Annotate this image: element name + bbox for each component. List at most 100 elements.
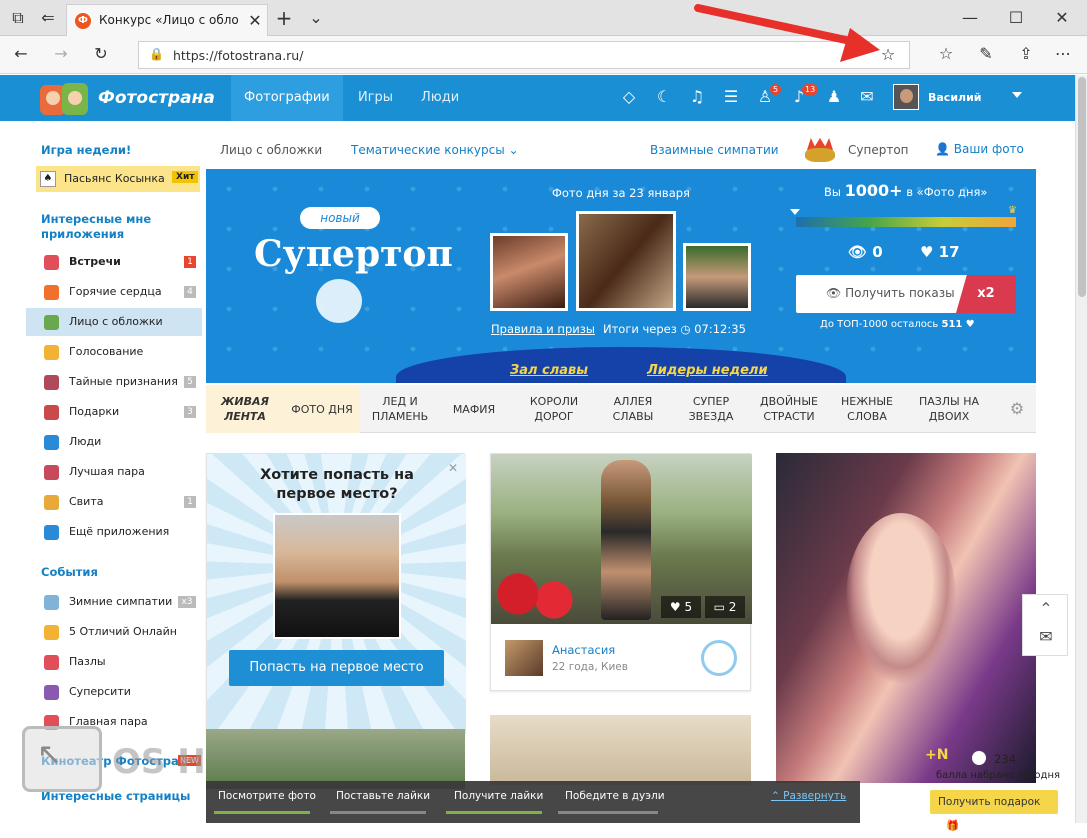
- sidebar-item-voting[interactable]: Голосование: [26, 338, 202, 366]
- get-shows-button[interactable]: 👁 Получить показы x2: [796, 275, 1016, 313]
- eye-icon: 👁: [826, 286, 846, 300]
- diamond-icon[interactable]: ◇: [620, 87, 638, 107]
- favorites-icon[interactable]: ☆: [935, 44, 957, 64]
- sidebar-item-secret-confessions[interactable]: Тайные признания 5: [26, 368, 202, 396]
- user-menu-chevron-icon[interactable]: [1012, 92, 1022, 98]
- sidebar-item-more-apps[interactable]: Ещё приложения: [26, 518, 202, 546]
- sidebar-item-gifts[interactable]: Подарки 3: [26, 398, 202, 426]
- mutual-sympathy-link[interactable]: Взаимные симпатии: [650, 143, 779, 157]
- events-title: События: [41, 565, 98, 579]
- chevron-down-icon[interactable]: ⌄: [306, 8, 326, 28]
- event-item-supercity[interactable]: Суперсити: [26, 678, 202, 706]
- expand-link[interactable]: ⌃ Развернуть: [771, 790, 846, 802]
- pen-icon[interactable]: ✎: [975, 44, 997, 64]
- logo-avatars-icon[interactable]: [40, 81, 94, 115]
- username[interactable]: Василий: [928, 91, 982, 104]
- page-scrollbar[interactable]: [1075, 75, 1087, 823]
- sidebar-item-best-couple[interactable]: Лучшая пара: [26, 458, 202, 486]
- supertop-banner: новый Супертоп Фото дня за 23 января Пра…: [206, 169, 1036, 383]
- address-toolbar: ← → ↻ 🔒 https://fotostrana.ru/ ☆ ☆ ✎ ⇪ ⋯: [0, 36, 1087, 74]
- forward-icon[interactable]: →: [50, 44, 72, 64]
- browser-tab[interactable]: Ф Конкурс «Лицо с обло: ✕: [66, 4, 268, 36]
- game-of-week-item[interactable]: ♠ Пасьянс Косынка Хит: [36, 166, 200, 192]
- tab-alley-glory[interactable]: АЛЛЕЯ СЛАВЫ: [596, 385, 670, 433]
- rules-link[interactable]: Правила и призы: [491, 322, 595, 336]
- site-logo[interactable]: Фотострана: [98, 88, 215, 108]
- likes-stat: ♥ 17: [920, 243, 960, 261]
- sidebar-item-count: 1: [184, 496, 196, 508]
- mail-icon[interactable]: ✉: [1035, 627, 1057, 647]
- sidebar-item-people[interactable]: Люди: [26, 428, 202, 456]
- sidebar-item-hot-hearts[interactable]: Горячие сердца 4: [26, 278, 202, 306]
- close-tab-icon[interactable]: ✕: [247, 11, 263, 31]
- photo-anastasia[interactable]: ♥ 5 ▭ 2: [491, 454, 752, 624]
- step-view-photos[interactable]: Посмотрите фото: [218, 790, 316, 802]
- photo-card[interactable]: ♥ 5 ▭ 2 Анастасия 22 года, Киев: [490, 453, 752, 691]
- event-item-winter-sympathy[interactable]: Зимние симпатии x3: [26, 588, 202, 616]
- avatar[interactable]: [893, 84, 919, 110]
- get-first-place-button[interactable]: Попасть на первое место: [229, 650, 444, 686]
- friends-icon[interactable]: ♟: [825, 87, 843, 107]
- day-photo-3[interactable]: [683, 243, 751, 311]
- author-avatar[interactable]: [505, 640, 543, 676]
- your-photo-link[interactable]: 👤 Ваши фото: [935, 142, 1024, 156]
- sidebar-item-retinue[interactable]: Свита 1: [26, 488, 202, 516]
- tab-super-star[interactable]: СУПЕР ЗВЕЗДА: [676, 385, 746, 433]
- nav-photos[interactable]: Фотографии: [244, 90, 330, 105]
- scroll-up-icon[interactable]: ⌃: [1035, 599, 1057, 619]
- eye-icon: 👁: [848, 243, 873, 261]
- mail-icon[interactable]: ✉: [858, 87, 876, 107]
- list-icon[interactable]: ☰: [722, 87, 740, 107]
- more-icon[interactable]: ⋯: [1052, 44, 1074, 64]
- set-aside-tabs-icon[interactable]: ⇐: [38, 8, 58, 28]
- get-gift-button[interactable]: Получить подарок🎁: [930, 790, 1058, 832]
- close-icon[interactable]: ✕: [445, 458, 461, 478]
- day-photo-2[interactable]: [490, 233, 568, 311]
- tab-photo-of-day[interactable]: ФОТО ДНЯ: [284, 385, 360, 433]
- maximize-icon[interactable]: ☐: [1006, 8, 1026, 28]
- back-icon[interactable]: ←: [10, 44, 32, 64]
- share-icon[interactable]: ⇪: [1015, 44, 1037, 64]
- author-name[interactable]: Анастасия: [552, 643, 615, 657]
- tab-ice-fire[interactable]: ЛЕД И ПЛАМЕНЬ: [364, 385, 436, 433]
- day-photo-1[interactable]: [576, 211, 676, 311]
- sidebar-item-meetings[interactable]: Встречи 1: [26, 248, 202, 276]
- nav-games[interactable]: Игры: [358, 90, 393, 105]
- nav-people[interactable]: Люди: [421, 90, 459, 105]
- photo-tall[interactable]: [776, 453, 1036, 783]
- tab-live-feed[interactable]: ЖИВАЯ ЛЕНТА: [206, 385, 284, 433]
- tab-tender-words[interactable]: НЕЖНЫЕ СЛОВА: [832, 385, 902, 433]
- cover-face-link[interactable]: Лицо с обложки: [220, 143, 322, 157]
- step-put-likes[interactable]: Поставьте лайки: [336, 790, 430, 802]
- step-win-duel[interactable]: Победите в дуэли: [565, 790, 665, 802]
- photo-forest[interactable]: [206, 729, 465, 789]
- step-get-likes[interactable]: Получите лайки: [454, 790, 543, 802]
- event-item-puzzles[interactable]: Пазлы: [26, 648, 202, 676]
- tasks-bar: Посмотрите фото Поставьте лайки Получите…: [206, 781, 860, 823]
- supertop-link[interactable]: Супертоп: [848, 143, 909, 157]
- leaders-week-link[interactable]: Лидеры недели: [647, 363, 768, 378]
- people-icon: [44, 435, 59, 450]
- contests-link[interactable]: Тематические конкурсы ⌄: [351, 143, 519, 157]
- tab-actions-icon[interactable]: ⧉: [8, 8, 28, 28]
- event-item-five-differences[interactable]: 5 Отличий Онлайн: [26, 618, 202, 646]
- hall-of-fame-link[interactable]: Зал славы: [510, 363, 588, 378]
- photo-blonde[interactable]: [490, 715, 751, 785]
- music-icon[interactable]: ♫: [688, 87, 706, 107]
- minimize-icon[interactable]: —: [960, 8, 980, 28]
- tab-puzzles-two[interactable]: ПАЗЛЫ НА ДВОИХ: [910, 385, 988, 433]
- coin-icon: [972, 751, 986, 765]
- dating-icon[interactable]: ☾: [655, 87, 673, 107]
- new-tab-icon[interactable]: +: [274, 8, 294, 28]
- scroll-widget: ⌃ ✉: [1022, 594, 1068, 656]
- sidebar-item-count: 1: [184, 256, 196, 268]
- tab-mafia[interactable]: МАФИЯ: [444, 385, 504, 433]
- refresh-icon[interactable]: ↻: [90, 44, 112, 64]
- gear-icon[interactable]: ⚙: [1006, 399, 1028, 419]
- sidebar-item-cover-face[interactable]: Лицо с обложки: [26, 308, 202, 336]
- tab-double-passion[interactable]: ДВОЙНЫЕ СТРАСТИ: [752, 385, 826, 433]
- tab-road-kings[interactable]: КОРОЛИ ДОРОГ: [512, 385, 596, 433]
- close-window-icon[interactable]: ✕: [1052, 8, 1072, 28]
- hit-badge: Хит: [172, 171, 199, 183]
- sidebar-item-label: Свита: [69, 495, 104, 508]
